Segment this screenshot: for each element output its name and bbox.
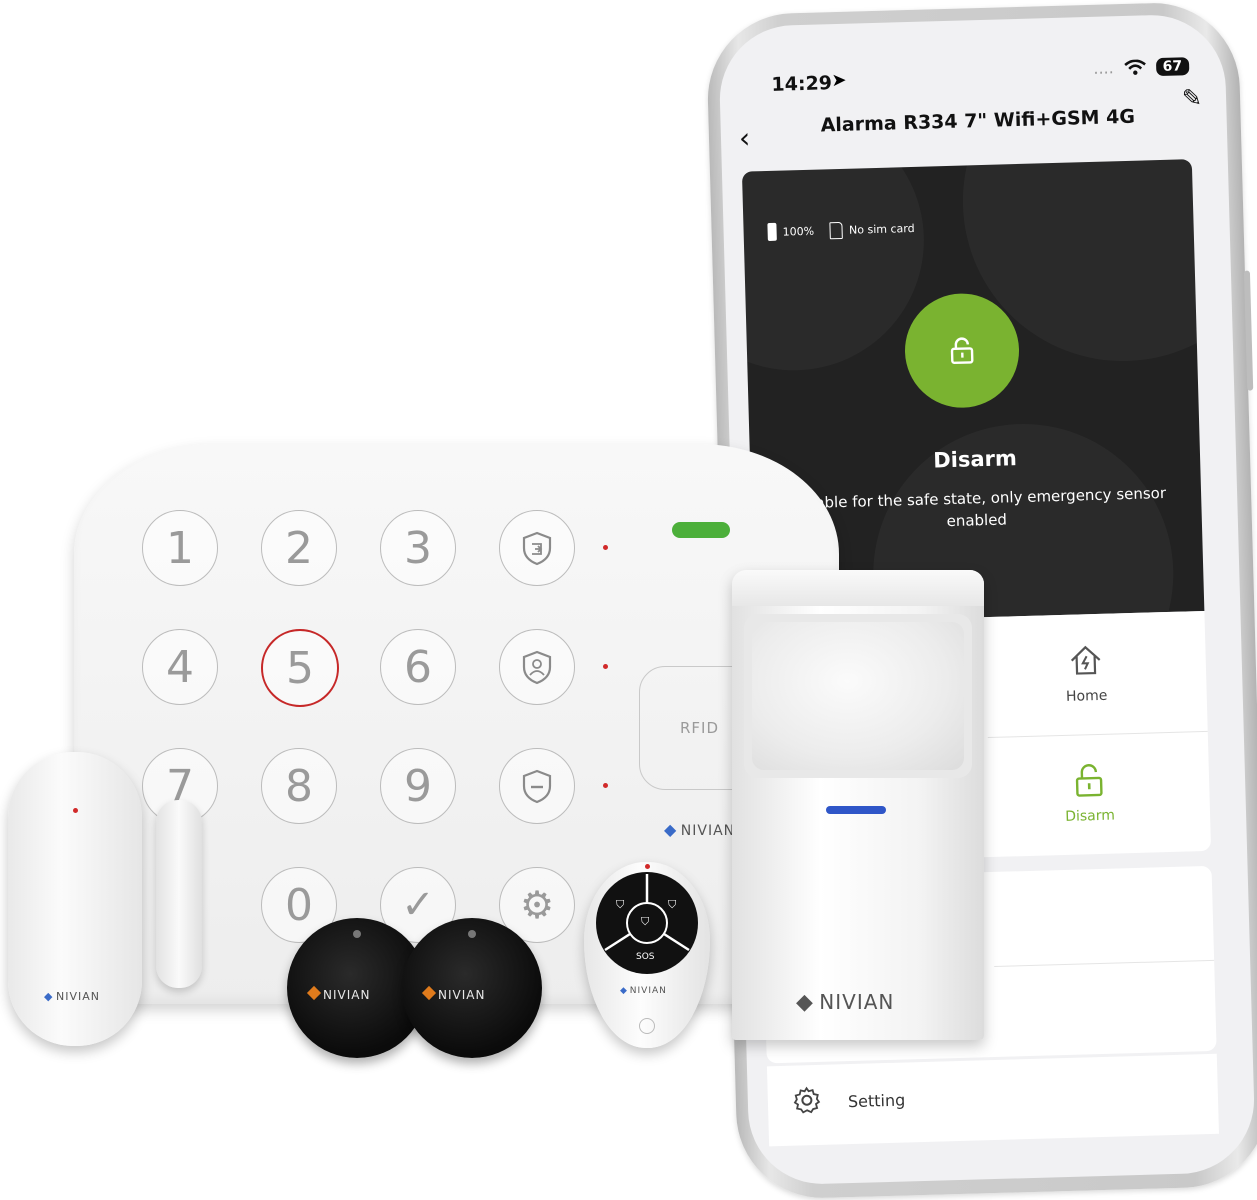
door-sensor-brand: NIVIAN <box>55 990 100 1003</box>
mode-disarm[interactable]: Disarm <box>999 760 1181 827</box>
brand-mark-icon: ◆ <box>664 820 677 839</box>
door-sensor: ◆ NIVIAN <box>8 752 142 1046</box>
key-1[interactable]: 1 <box>142 510 218 586</box>
arm-key[interactable] <box>499 510 575 586</box>
bg-pattern <box>741 159 928 374</box>
sim-status: No sim card <box>848 221 915 237</box>
key-8[interactable]: 8 <box>261 748 337 824</box>
tag-hole <box>353 930 361 938</box>
rfid-tag: NIVIAN <box>402 918 542 1058</box>
key-4[interactable]: 4 <box>142 629 218 705</box>
pir-top-cap <box>732 570 984 606</box>
status-time: 14:29 <box>771 72 833 96</box>
battery-icon <box>767 222 777 242</box>
phone-side-button <box>1243 270 1254 391</box>
mode-home-label: Home <box>1065 687 1108 705</box>
signal-dots: .... <box>1093 58 1114 78</box>
status-dot <box>603 545 608 550</box>
remote-led <box>645 864 650 869</box>
status-bar-right: .... 67 <box>1093 56 1190 78</box>
back-button[interactable]: ‹ <box>739 121 751 154</box>
door-magnet <box>156 800 202 988</box>
setting-row[interactable]: Setting <box>766 1053 1219 1147</box>
pir-led <box>826 806 886 814</box>
pir-logo: ◆ NIVIAN <box>796 990 894 1015</box>
sos-button[interactable]: SOS <box>636 952 655 962</box>
brand-mark-icon <box>306 985 322 1001</box>
key-5[interactable]: 5 <box>261 629 339 707</box>
remote-logo: ◆ NIVIAN <box>620 986 667 996</box>
location-arrow-icon: ➤ <box>831 69 847 92</box>
power-led <box>672 522 730 538</box>
mode-disarm-label: Disarm <box>1064 807 1116 825</box>
home-key[interactable] <box>499 629 575 705</box>
keyring-hole <box>639 1018 655 1034</box>
unlock-icon <box>1075 764 1103 797</box>
hub-brand-logo: ◆ NIVIAN <box>664 820 735 839</box>
key-6[interactable]: 6 <box>380 629 456 705</box>
brand-mark-icon <box>421 985 437 1001</box>
wifi-icon <box>1123 58 1146 75</box>
brand-mark-icon: ◆ <box>796 990 813 1015</box>
battery-indicator: 67 <box>1155 56 1190 76</box>
home-shield-icon[interactable]: ⛉ <box>668 898 676 912</box>
home-shield-icon <box>1070 645 1101 675</box>
battery-percent: 100% <box>782 224 815 239</box>
arm-shield-icon <box>522 531 552 566</box>
sensor-led <box>73 808 78 813</box>
divider <box>987 730 1208 739</box>
tag-brand: NIVIAN <box>323 988 371 1002</box>
disarm-key[interactable] <box>499 748 575 824</box>
hub-brand-text: NIVIAN <box>680 823 736 839</box>
gear-icon <box>791 1085 822 1120</box>
nav-title: Alarma R334 7" Wifi+GSM 4G <box>820 105 1136 137</box>
divider <box>994 959 1215 967</box>
disarm-button[interactable] <box>903 292 1021 410</box>
mode-home[interactable]: Home <box>995 640 1177 707</box>
gear-icon: ⚙ <box>519 883 555 927</box>
remote-keyfob: ⛉ ⛉ ⛉ SOS ◆ NIVIAN <box>584 862 710 1048</box>
check-icon: ✓ <box>401 882 435 928</box>
key-2[interactable]: 2 <box>261 510 337 586</box>
status-dot <box>603 664 608 669</box>
status-dot <box>603 783 608 788</box>
home-shield-icon <box>522 650 552 685</box>
key-9[interactable]: 9 <box>380 748 456 824</box>
remote-buttons: ⛉ ⛉ ⛉ SOS <box>596 872 698 974</box>
tag-brand: NIVIAN <box>438 988 486 1002</box>
door-sensor-logo: ◆ NIVIAN <box>44 990 100 1003</box>
brand-mark-icon: ◆ <box>620 986 627 996</box>
sim-card-icon <box>829 221 844 239</box>
rfid-label: RFID <box>680 719 720 737</box>
tag-hole <box>468 930 476 938</box>
pir-brand: NIVIAN <box>819 990 895 1014</box>
pir-lens <box>752 622 964 770</box>
pir-lens-frame <box>744 614 972 778</box>
setting-label: Setting <box>847 1090 906 1112</box>
pir-motion-sensor: ◆ NIVIAN <box>732 570 984 1040</box>
unlock-icon <box>950 337 974 365</box>
disarm-shield-icon <box>522 769 552 804</box>
disarm-shield-icon[interactable]: ⛉ <box>641 915 649 929</box>
edit-icon[interactable]: ✎ <box>1182 84 1203 113</box>
key-3[interactable]: 3 <box>380 510 456 586</box>
arm-shield-icon[interactable]: ⛉ <box>616 898 624 912</box>
brand-mark-icon: ◆ <box>44 990 53 1003</box>
remote-brand: NIVIAN <box>629 986 667 996</box>
